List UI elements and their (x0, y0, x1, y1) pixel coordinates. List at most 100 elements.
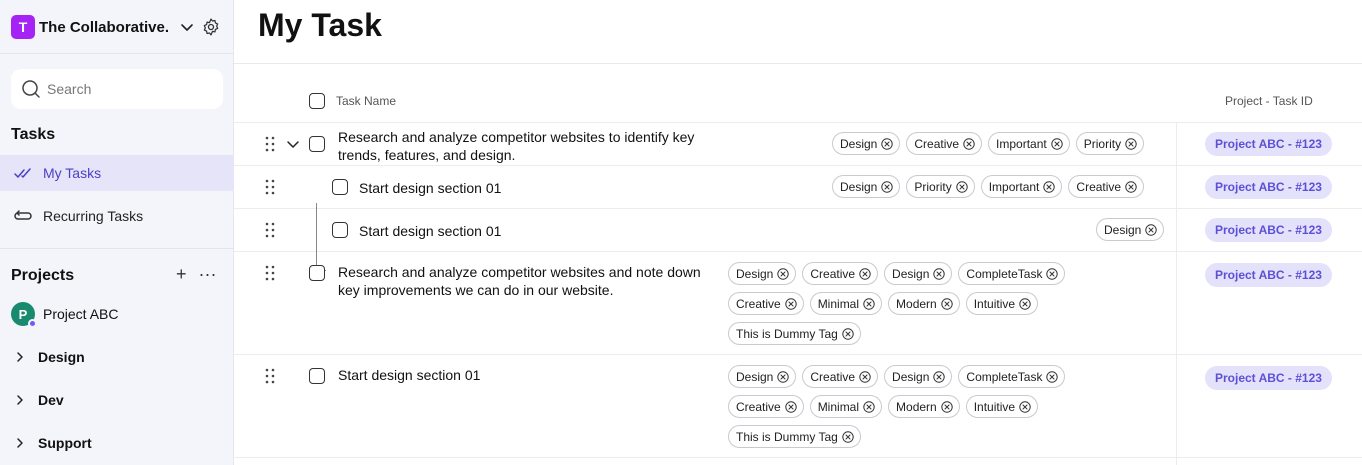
remove-tag-icon[interactable] (1042, 370, 1059, 383)
sidebar-folder-dev[interactable]: Dev (14, 392, 64, 408)
tag-chip[interactable]: Priority (1075, 132, 1145, 155)
remove-tag-icon[interactable] (1039, 180, 1056, 193)
workspace-switcher[interactable]: T The Collaborative... (11, 15, 223, 39)
tag-chip[interactable]: Creative (728, 395, 804, 418)
task-name-line: key improvements we can do in our websit… (338, 282, 614, 298)
tag-chip[interactable]: Design (832, 175, 901, 198)
tag-chip[interactable]: Creative (802, 262, 879, 285)
task-name[interactable]: Start design section 01 (359, 179, 501, 197)
tag-chip[interactable]: Minimal (809, 292, 883, 315)
tag-chip[interactable]: Creative (1068, 175, 1145, 198)
task-name[interactable]: Start design section 01 (359, 222, 501, 240)
sidebar-item-recurring-tasks[interactable]: Recurring Tasks (0, 198, 234, 234)
remove-tag-icon[interactable] (1141, 223, 1158, 236)
tag-chip[interactable]: CompleteTask (958, 262, 1066, 285)
tag-chip[interactable]: This is Dummy Tag (728, 425, 861, 448)
sidebar: T The Collaborative... Tasks My Tasks Re… (0, 0, 234, 465)
gear-icon[interactable] (201, 17, 221, 37)
tag-chip[interactable]: Design (728, 365, 797, 388)
remove-tag-icon[interactable] (1047, 137, 1063, 150)
tag-chip[interactable]: Modern (888, 292, 960, 315)
task-checkbox[interactable] (332, 179, 348, 195)
sidebar-item-my-tasks[interactable]: My Tasks (0, 155, 234, 191)
remove-tag-icon[interactable] (1015, 400, 1031, 413)
chevron-down-icon[interactable] (286, 137, 300, 151)
chevron-down-icon[interactable] (179, 19, 195, 35)
tag-chip[interactable]: Design (884, 365, 953, 388)
task-name-line: Start design section 01 (359, 223, 502, 239)
tag-list: Design Creative Design CompleteTask Creative… (728, 365, 1088, 448)
tag-chip[interactable]: Creative (906, 132, 983, 155)
task-name[interactable]: Research and analyze competitor websites… (338, 128, 694, 164)
tag-chip[interactable]: Design (884, 262, 953, 285)
tag-chip[interactable]: Intuitive (965, 292, 1039, 315)
drag-handle-icon[interactable] (264, 368, 276, 384)
tag-chip[interactable]: Modern (888, 395, 960, 418)
tag-chip[interactable]: Intuitive (965, 395, 1039, 418)
search-input[interactable] (47, 81, 217, 97)
project-task-id-badge[interactable]: Project ABC - #123 (1205, 132, 1332, 156)
drag-handle-icon[interactable] (264, 136, 276, 152)
tag-chip[interactable]: Minimal (809, 395, 883, 418)
task-checkbox[interactable] (309, 368, 325, 384)
tag-chip[interactable]: This is Dummy Tag (728, 322, 861, 345)
project-task-id-badge[interactable]: Project ABC - #123 (1205, 263, 1332, 287)
tag-chip[interactable]: CompleteTask (958, 365, 1066, 388)
remove-tag-icon[interactable] (929, 267, 946, 280)
tag-chip[interactable]: Design (728, 262, 797, 285)
remove-tag-icon[interactable] (855, 370, 871, 383)
tag-chip[interactable]: Important (980, 175, 1063, 198)
tag-chip[interactable]: Important (988, 132, 1070, 155)
remove-tag-icon[interactable] (781, 400, 797, 413)
remove-tag-icon[interactable] (937, 400, 953, 413)
remove-tag-icon[interactable] (877, 137, 894, 150)
remove-tag-icon[interactable] (859, 297, 875, 310)
sidebar-divider (0, 53, 234, 54)
tag-chip[interactable]: Creative (802, 365, 879, 388)
remove-tag-icon[interactable] (838, 430, 854, 443)
sidebar-item-project-abc[interactable]: P Project ABC (11, 302, 118, 328)
remove-tag-icon[interactable] (937, 297, 953, 310)
remove-tag-icon[interactable] (1121, 137, 1137, 150)
remove-tag-icon[interactable] (959, 137, 975, 150)
tag-label: CompleteTask (966, 369, 1043, 384)
remove-tag-icon[interactable] (838, 327, 854, 340)
project-task-id-badge[interactable]: Project ABC - #123 (1205, 366, 1332, 390)
tag-chip[interactable]: Design (1096, 218, 1165, 241)
tag-chip[interactable]: Design (832, 132, 901, 155)
task-name[interactable]: Research and analyze competitor websites… (338, 263, 701, 299)
task-checkbox[interactable] (309, 265, 325, 281)
column-header-project-task-id: Project - Task ID (1225, 94, 1313, 108)
row-divider (234, 457, 1362, 458)
tag-chip[interactable]: Creative (728, 292, 804, 315)
remove-tag-icon[interactable] (952, 180, 968, 193)
select-all-checkbox[interactable] (309, 93, 325, 109)
task-checkbox[interactable] (309, 136, 325, 152)
remove-tag-icon[interactable] (859, 400, 875, 413)
tree-connector (316, 203, 317, 271)
sidebar-folder-support[interactable]: Support (14, 435, 92, 451)
projects-actions: + ··· (176, 265, 217, 283)
task-name[interactable]: Start design section 01 (338, 366, 480, 384)
remove-tag-icon[interactable] (1042, 267, 1059, 280)
drag-handle-icon[interactable] (264, 222, 276, 238)
remove-tag-icon[interactable] (1121, 180, 1137, 193)
remove-tag-icon[interactable] (929, 370, 946, 383)
drag-handle-icon[interactable] (264, 265, 276, 281)
tag-chip[interactable]: Priority (906, 175, 975, 198)
add-project-icon[interactable]: + (176, 265, 187, 283)
search-box[interactable] (11, 69, 223, 109)
drag-handle-icon[interactable] (264, 179, 276, 195)
task-checkbox[interactable] (332, 222, 348, 238)
remove-tag-icon[interactable] (773, 267, 790, 280)
sidebar-folder-design[interactable]: Design (14, 349, 85, 365)
remove-tag-icon[interactable] (1015, 297, 1031, 310)
remove-tag-icon[interactable] (773, 370, 790, 383)
remove-tag-icon[interactable] (855, 267, 871, 280)
remove-tag-icon[interactable] (781, 297, 797, 310)
more-options-icon[interactable]: ··· (199, 265, 217, 283)
project-task-id-badge[interactable]: Project ABC - #123 (1205, 218, 1332, 242)
remove-tag-icon[interactable] (877, 180, 894, 193)
project-task-id-badge[interactable]: Project ABC - #123 (1205, 175, 1332, 199)
tag-label: Modern (896, 399, 937, 414)
